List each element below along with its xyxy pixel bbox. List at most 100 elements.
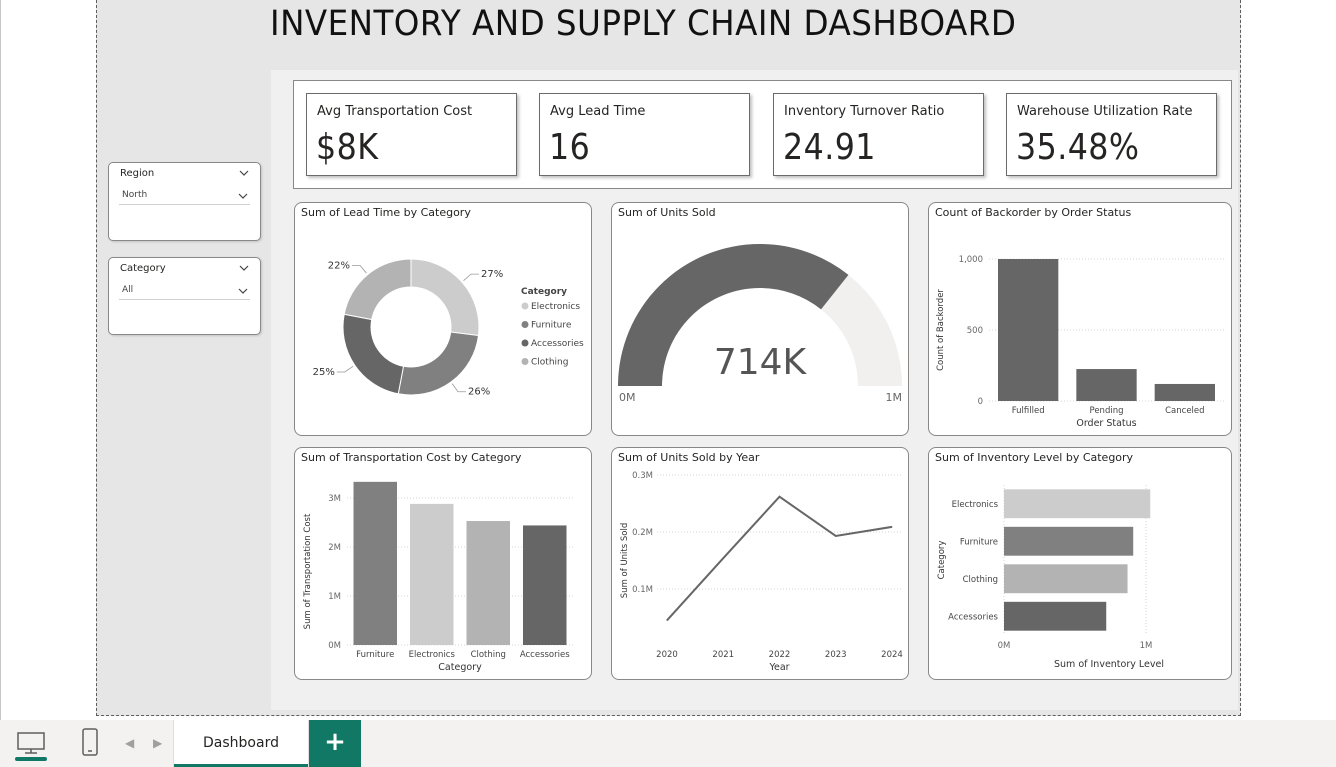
plus-icon: + xyxy=(324,727,346,757)
legend-item: Accessories xyxy=(531,339,584,349)
legend-marker xyxy=(521,302,529,310)
chevron-left-icon[interactable]: ◀ xyxy=(125,736,134,750)
chevron-down-icon[interactable] xyxy=(238,167,250,179)
chevron-down-icon xyxy=(238,193,248,199)
category-slicer[interactable]: Category All xyxy=(108,257,261,335)
x-tick-label: Clothing xyxy=(471,650,506,660)
chevron-right-icon[interactable]: ▶ xyxy=(153,736,162,750)
kpi-value: $8K xyxy=(316,127,379,168)
backorder-bar-card[interactable]: Count of Backorder by Order Status 0 500 1… xyxy=(928,202,1232,436)
donut-chart[interactable]: 27% 26% 25% 22% Category Electronics Furniture… xyxy=(295,203,592,436)
bar xyxy=(1004,601,1107,631)
x-tick-label: 2024 xyxy=(881,650,903,660)
units-by-year-line-card[interactable]: Sum of Units Sold by Year 0.1M 0.2M 0.3M 20… xyxy=(611,447,909,680)
x-axis-title: Sum of Inventory Level xyxy=(1054,659,1164,670)
y-tick-label: 500 xyxy=(967,326,983,336)
x-tick-label: 2023 xyxy=(825,650,847,660)
y-tick-label: 0.3M xyxy=(632,471,653,481)
x-tick-label: 1M xyxy=(1140,641,1153,651)
y-tick-label: Furniture xyxy=(960,537,998,547)
y-axis-title: Category xyxy=(937,541,947,580)
bar xyxy=(466,521,511,645)
donut-slice xyxy=(343,258,412,321)
y-tick-label: 2M xyxy=(328,543,341,553)
tab-label: Dashboard xyxy=(203,735,279,751)
series-line xyxy=(666,495,893,622)
kpi-label: Inventory Turnover Ratio xyxy=(784,104,945,119)
legend-title: Category xyxy=(521,287,567,297)
gauge-max-label: 1M xyxy=(886,391,903,404)
kpi-value: 24.91 xyxy=(783,127,876,168)
kpi-card-lead-time[interactable]: Avg Lead Time 16 xyxy=(539,93,750,176)
kpi-card-turnover-ratio[interactable]: Inventory Turnover Ratio 24.91 xyxy=(773,93,984,176)
report-app: INVENTORY AND SUPPLY CHAIN DASHBOARD Reg… xyxy=(0,0,1336,767)
tab-dashboard[interactable]: Dashboard xyxy=(173,720,309,767)
mobile-layout-icon[interactable] xyxy=(75,728,105,758)
bar xyxy=(1004,564,1128,594)
desktop-layout-icon[interactable] xyxy=(16,728,46,758)
bar xyxy=(1154,383,1215,401)
kpi-card-warehouse-utilization[interactable]: Warehouse Utilization Rate 35.48% xyxy=(1006,93,1217,176)
units-line-chart[interactable]: 0.1M0.2M0.3M2020 2021 2022 2023 2024YearSum … xyxy=(612,448,909,680)
y-axis-title: Sum of Transportation Cost xyxy=(303,513,313,629)
add-page-button[interactable]: + xyxy=(309,720,361,767)
chevron-down-icon xyxy=(238,288,248,294)
chevron-down-icon[interactable] xyxy=(238,262,250,274)
kpi-label: Warehouse Utilization Rate xyxy=(1017,104,1193,119)
lead-time-donut-card[interactable]: Sum of Lead Time by Category 27% 26% 25% 22… xyxy=(294,202,592,436)
inventory-bar-chart[interactable]: 0M 1M Electronics Furniture Clothing Accessor… xyxy=(929,448,1232,680)
transportation-column-chart[interactable]: 0M 1M 2M 3M Furniture Electronics Clothing Acce… xyxy=(295,448,592,680)
gauge-chart[interactable]: 714K 0M 1M xyxy=(612,203,909,436)
category-dropdown-value: All xyxy=(122,285,134,295)
page-title: INVENTORY AND SUPPLY CHAIN DASHBOARD xyxy=(270,4,1017,44)
y-tick-label: 1M xyxy=(328,592,341,602)
legend-marker xyxy=(521,321,529,328)
kpi-value: 16 xyxy=(549,127,591,168)
category-slicer-title: Category xyxy=(120,263,166,274)
data-point xyxy=(666,619,668,621)
left-edge xyxy=(0,0,1,720)
bar xyxy=(998,259,1059,401)
transportation-cost-bar-card[interactable]: Sum of Transportation Cost by Category 0… xyxy=(294,447,592,680)
y-tick-label: 1,000 xyxy=(959,255,983,265)
active-layout-indicator xyxy=(15,757,47,761)
legend-item: Furniture xyxy=(531,321,572,331)
x-tick-label: Pending xyxy=(1090,406,1124,416)
y-axis-title: Sum of Units Sold xyxy=(620,523,630,598)
donut-data-label: 26% xyxy=(468,387,490,398)
inventory-level-bar-card[interactable]: Sum of Inventory Level by Category 0M 1M E… xyxy=(928,447,1232,680)
donut-data-label: 22% xyxy=(328,260,350,271)
category-dropdown[interactable]: All xyxy=(119,284,250,300)
region-slicer[interactable]: Region North xyxy=(108,162,261,241)
y-tick-label: Clothing xyxy=(963,575,998,585)
legend-item: Clothing xyxy=(531,358,568,368)
donut-slice xyxy=(342,313,405,395)
y-tick-label: 0.2M xyxy=(632,528,653,538)
data-point xyxy=(722,557,724,559)
units-sold-gauge-card[interactable]: Sum of Units Sold 714K 0M 1M xyxy=(611,202,909,436)
y-axis-title: Count of Backorder xyxy=(936,289,946,371)
region-dropdown[interactable]: North xyxy=(119,189,250,205)
donut-leader-line xyxy=(463,273,480,282)
x-tick-label: 2021 xyxy=(712,650,734,660)
region-slicer-title: Region xyxy=(120,168,155,179)
y-tick-label: 0.1M xyxy=(632,585,653,595)
backorder-column-chart[interactable]: 0 500 1,000 Fulfilled Pending Canceled Order S… xyxy=(929,203,1232,436)
data-point xyxy=(891,526,893,528)
y-tick-label: Accessories xyxy=(948,612,998,622)
x-tick-label: Fulfilled xyxy=(1012,406,1045,416)
y-tick-label: 3M xyxy=(328,494,341,504)
x-tick-label: 0M xyxy=(998,641,1011,651)
gauge-value: 714K xyxy=(714,342,808,383)
kpi-card-transportation-cost[interactable]: Avg Transportation Cost $8K xyxy=(306,93,517,176)
kpi-value: 35.48% xyxy=(1016,127,1140,168)
kpi-label: Avg Transportation Cost xyxy=(317,104,473,119)
bar xyxy=(1004,489,1151,519)
donut-slice xyxy=(397,331,480,396)
x-tick-label: Furniture xyxy=(356,650,394,660)
data-point xyxy=(779,496,780,498)
legend-item: Electronics xyxy=(531,302,580,312)
region-dropdown-value: North xyxy=(122,190,148,200)
donut-data-label: 25% xyxy=(313,367,335,378)
donut-leader-line xyxy=(451,383,467,393)
